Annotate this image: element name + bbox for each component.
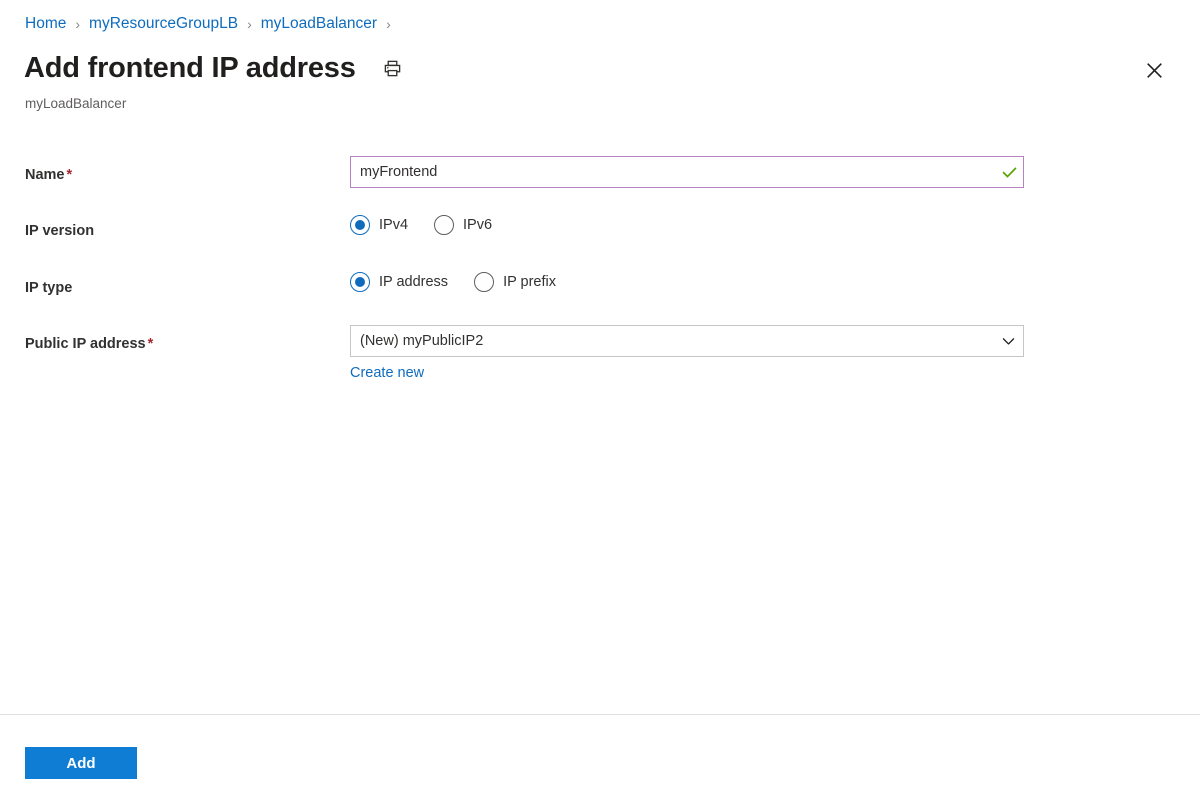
form-row-public-ip: Public IP address * (New) myPublicIP2 Cre… — [0, 325, 1200, 381]
title-row: Add frontend IP address — [24, 49, 408, 87]
breadcrumb-item-home[interactable]: Home — [25, 14, 66, 34]
add-frontend-ip-blade: Home › myResourceGroupLB › myLoadBalance… — [0, 0, 1200, 799]
radio-ipv4-indicator — [350, 215, 370, 235]
required-marker: * — [66, 167, 73, 183]
label-name-text: Name — [25, 167, 65, 183]
label-ip-version-text: IP version — [25, 223, 95, 239]
breadcrumb-separator-icon: › — [247, 16, 252, 32]
radio-ipv6[interactable]: IPv6 — [434, 215, 492, 235]
name-input[interactable] — [351, 157, 995, 187]
label-name: Name * — [0, 156, 350, 185]
chevron-down-icon-glyph — [1002, 337, 1014, 345]
frontend-ip-form: Name* IP version — [0, 156, 1200, 381]
radio-ip-prefix-indicator — [474, 272, 495, 292]
radio-ipv4-label: IPv4 — [379, 217, 409, 233]
breadcrumb-separator-icon: › — [386, 16, 391, 32]
print-icon-glyph — [384, 60, 401, 76]
chevron-down-icon — [993, 326, 1023, 356]
radio-ipv4[interactable]: IPv4 — [350, 215, 408, 235]
close-icon-glyph — [1146, 62, 1162, 78]
blade-footer: Add — [0, 715, 1200, 799]
radio-ipv6-indicator — [434, 215, 455, 235]
name-input-wrapper[interactable] — [350, 156, 1024, 188]
breadcrumb-item-load-balancer[interactable]: myLoadBalancer — [261, 14, 377, 34]
radio-group-ip-type: IP address IP prefix — [350, 269, 1024, 292]
checkmark-icon — [995, 157, 1023, 187]
checkmark-icon-glyph — [1001, 166, 1017, 178]
radio-ip-prefix[interactable]: IP prefix — [474, 272, 556, 292]
print-icon[interactable] — [378, 53, 408, 83]
radio-ip-address-indicator — [350, 272, 370, 292]
control-public-ip: (New) myPublicIP2 Create new — [350, 325, 1024, 383]
radio-ipv6-label: IPv6 — [463, 217, 493, 233]
label-ip-version: IP version — [0, 212, 350, 241]
breadcrumb-item-resource-group[interactable]: myResourceGroupLB — [89, 14, 238, 34]
form-row-ip-version: IP version IPv4 IPv6 — [0, 212, 1200, 269]
page-title: Add frontend IP address — [24, 52, 356, 84]
breadcrumb: Home › myResourceGroupLB › myLoadBalance… — [25, 14, 400, 34]
form-row-ip-type: IP type IP address IP prefix — [0, 269, 1200, 325]
add-button[interactable]: Add — [25, 747, 137, 779]
radio-ip-address-label: IP address — [379, 274, 449, 290]
blade-subtitle: myLoadBalancer — [25, 96, 127, 111]
form-row-name: Name * — [0, 156, 1200, 212]
required-marker: * — [147, 336, 154, 352]
label-public-ip: Public IP address * — [0, 325, 350, 354]
radio-ip-address[interactable]: IP address — [350, 272, 448, 292]
control-name — [350, 156, 1024, 188]
public-ip-dropdown[interactable]: (New) myPublicIP2 — [350, 325, 1024, 357]
control-ip-type: IP address IP prefix — [350, 269, 1024, 292]
close-icon[interactable] — [1138, 54, 1170, 86]
breadcrumb-separator-icon: › — [75, 16, 81, 32]
create-new-public-ip-link[interactable]: Create new — [350, 364, 424, 383]
public-ip-dropdown-value: (New) myPublicIP2 — [360, 333, 484, 349]
radio-group-ip-version: IPv4 IPv6 — [350, 212, 1024, 235]
label-ip-type-text: IP type — [25, 280, 73, 296]
radio-ip-prefix-label: IP prefix — [503, 274, 556, 290]
label-public-ip-text: Public IP address — [25, 336, 146, 352]
label-ip-type: IP type — [0, 269, 350, 298]
control-ip-version: IPv4 IPv6 — [350, 212, 1024, 235]
